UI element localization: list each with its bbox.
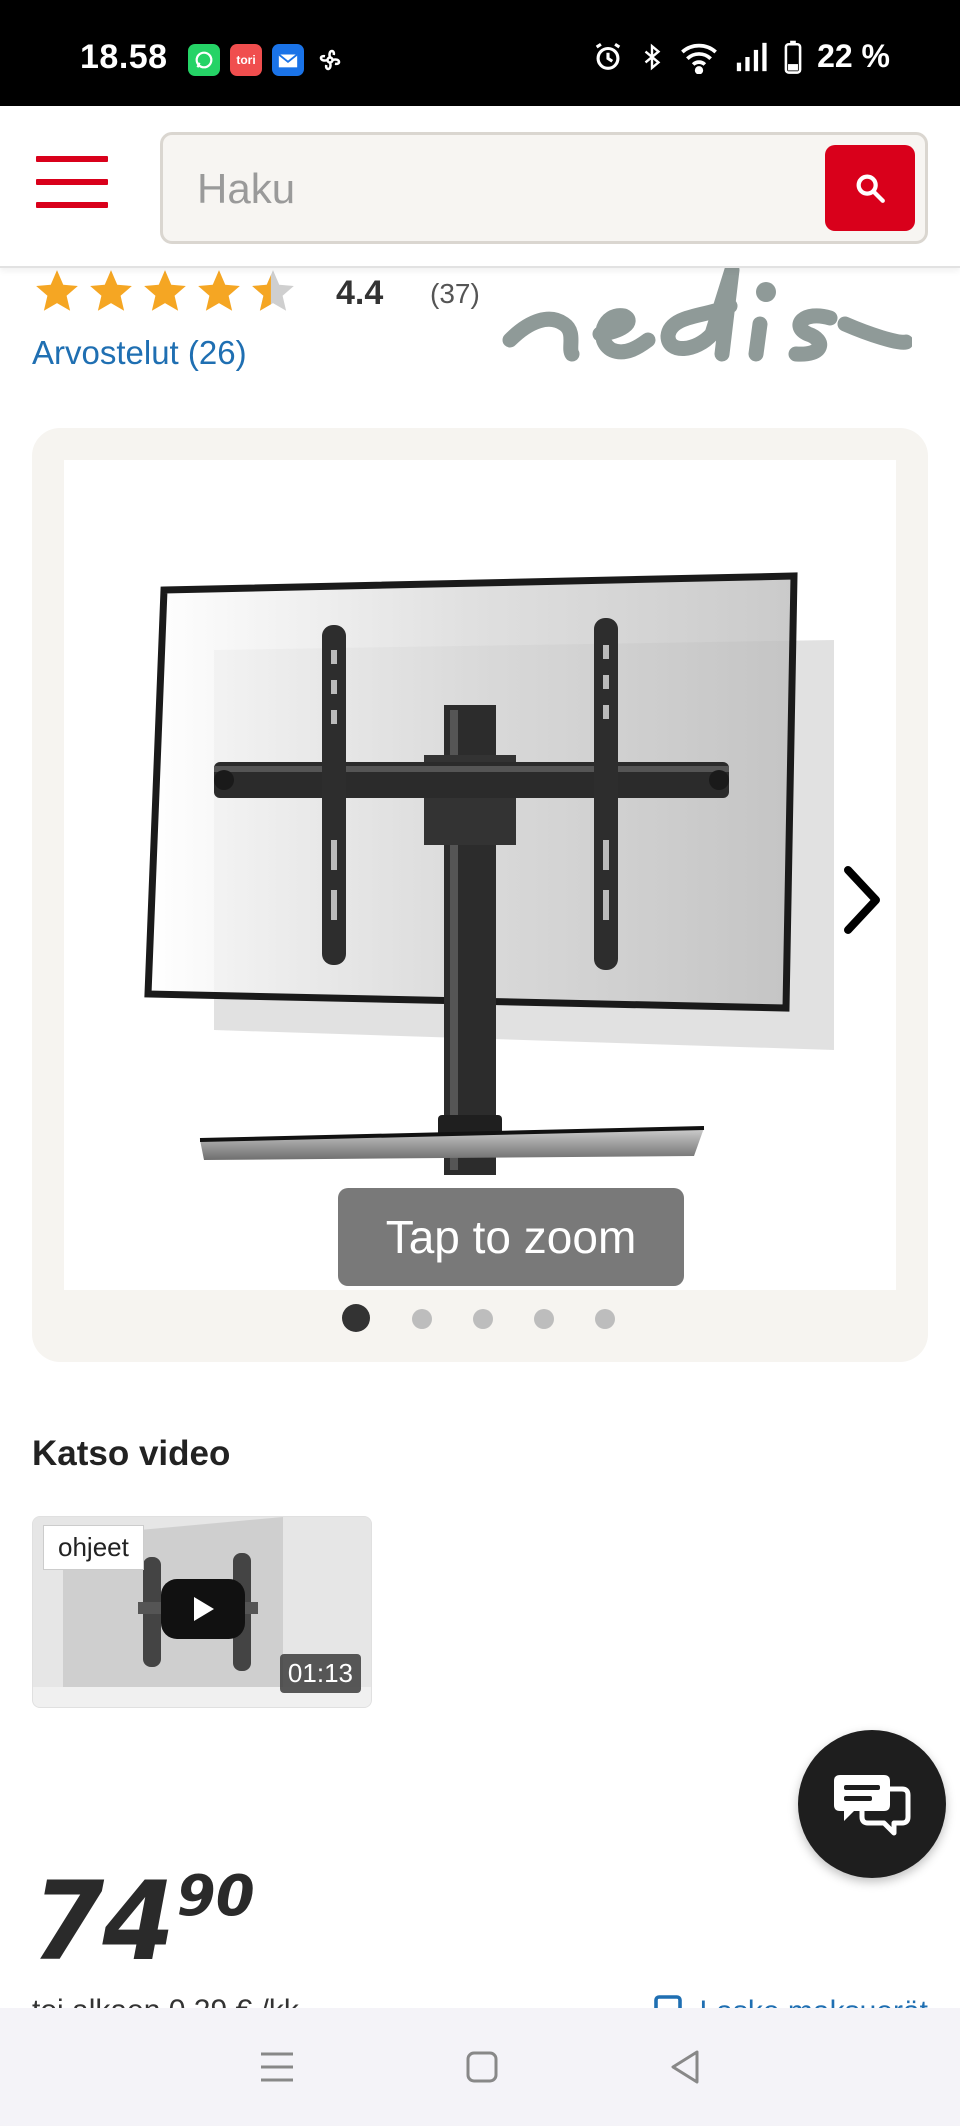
rating-stars <box>32 266 298 316</box>
gallery-dot[interactable] <box>412 1309 432 1329</box>
gallery-dot[interactable] <box>473 1309 493 1329</box>
gallery-dot[interactable] <box>534 1309 554 1329</box>
product-image[interactable]: Tap to zoom <box>64 460 896 1290</box>
status-time: 18.58 <box>80 38 168 76</box>
star-full-icon <box>144 270 186 311</box>
product-image-gallery: Tap to zoom <box>32 428 928 1362</box>
bluetooth-icon <box>644 43 661 70</box>
tori-icon: tori <box>230 44 262 76</box>
video-duration: 01:13 <box>279 1654 361 1693</box>
star-full-icon <box>36 270 78 311</box>
tv-stand-illustration <box>144 572 834 1175</box>
status-indicators: 22 % <box>591 38 890 75</box>
whatsapp-icon <box>188 44 220 76</box>
video-section-title: Katso video <box>32 1434 231 1473</box>
reviews-link[interactable]: Arvostelut (26) <box>32 334 247 372</box>
gallery-dot[interactable] <box>595 1309 615 1329</box>
price-euros: 74 <box>32 1856 175 1986</box>
video-tag: ohjeet <box>43 1525 144 1570</box>
system-navigation-bar <box>0 2008 960 2126</box>
chat-button[interactable] <box>798 1730 946 1878</box>
back-icon[interactable] <box>669 2049 701 2085</box>
search-icon <box>856 174 885 203</box>
nedis-brand-logo <box>502 262 912 362</box>
hamburger-menu-button[interactable] <box>36 156 108 208</box>
price-cents: 90 <box>176 1864 255 1929</box>
status-bar: 18.58 tori 22 % <box>0 0 960 106</box>
star-full-icon <box>90 270 132 311</box>
search-input[interactable] <box>197 163 797 215</box>
wifi-icon <box>681 43 717 74</box>
mail-icon <box>272 44 304 76</box>
fan-icon <box>314 44 346 76</box>
tori-icon-label: tori <box>236 53 256 67</box>
rating-count: (37) <box>430 278 480 309</box>
gallery-dot[interactable] <box>342 1304 370 1332</box>
video-thumbnail[interactable]: ohjeet 01:13 <box>32 1516 372 1708</box>
search-bar <box>160 132 928 244</box>
battery-percent: 22 % <box>817 38 890 74</box>
battery-icon <box>784 40 802 74</box>
signal-icon <box>736 42 767 71</box>
home-icon[interactable] <box>465 2050 499 2084</box>
site-header <box>0 106 960 268</box>
star-full-icon <box>198 270 240 311</box>
page: 18.58 tori 22 % Haku 4.4 (37) Arvostelut… <box>0 0 960 2126</box>
play-button[interactable] <box>161 1579 245 1639</box>
rating-value: 4.4 <box>336 274 384 312</box>
star-partial-icon <box>252 270 294 311</box>
recent-apps-icon[interactable] <box>259 2050 295 2084</box>
product-price: 7490 <box>32 1856 255 1986</box>
gallery-pagination <box>32 1304 928 1334</box>
play-icon <box>194 1597 214 1621</box>
alarm-icon <box>595 42 621 70</box>
tap-to-zoom-badge[interactable]: Tap to zoom <box>338 1188 684 1286</box>
chat-bubbles-icon <box>834 1775 911 1836</box>
search-button[interactable] <box>825 145 915 231</box>
next-image-arrow[interactable] <box>832 860 892 940</box>
